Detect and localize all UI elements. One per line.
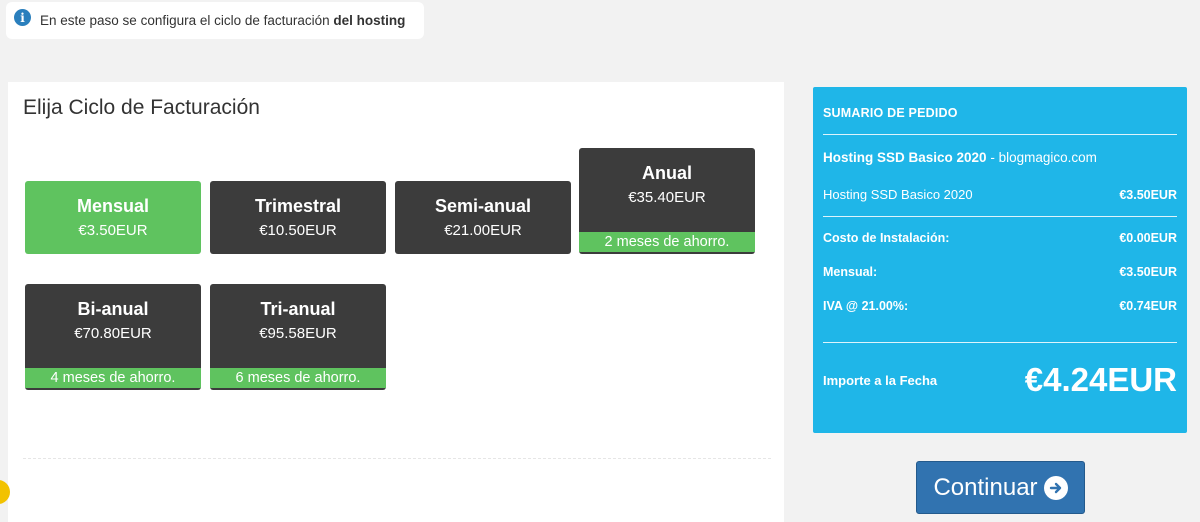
summary-tax-label: IVA @ 21.00%:	[823, 299, 909, 313]
panel-divider	[23, 458, 771, 459]
summary-title: SUMARIO DE PEDIDO	[823, 106, 958, 120]
continue-label: Continuar	[933, 473, 1038, 501]
cycle-price: €35.40EUR	[628, 189, 706, 206]
cycle-option-trimestral[interactable]: Trimestral €10.50EUR	[210, 181, 386, 254]
cycle-price: €70.80EUR	[74, 325, 152, 342]
summary-total-value: €4.24EUR	[1024, 361, 1177, 398]
summary-product-name: Hosting SSD Basico 2020	[823, 150, 987, 165]
summary-setup-row: Costo de Instalación: €0.00EUR	[823, 231, 1177, 245]
info-icon: i	[14, 9, 31, 26]
cycle-option-semi-anual[interactable]: Semi-anual €21.00EUR	[395, 181, 571, 254]
summary-cycle-label: Mensual:	[823, 265, 878, 279]
cycle-savings: 2 meses de ahorro.	[579, 232, 755, 252]
cycle-option-tri-anual[interactable]: Tri-anual €95.58EUR 6 meses de ahorro.	[210, 284, 386, 390]
summary-divider	[823, 134, 1177, 135]
summary-cycle-value: €3.50EUR	[1119, 265, 1177, 279]
summary-domain: blogmagico.com	[998, 150, 1097, 165]
billing-cycle-title: Elija Ciclo de Facturación	[23, 96, 260, 119]
cycle-name: Semi-anual	[434, 196, 532, 216]
summary-item-label: Hosting SSD Basico 2020	[823, 187, 973, 202]
cycle-price: €10.50EUR	[259, 222, 337, 239]
cycle-name: Tri-anual	[260, 299, 336, 319]
summary-cycle-row: Mensual: €3.50EUR	[823, 265, 1177, 279]
continue-button[interactable]: Continuar	[916, 461, 1085, 514]
summary-divider	[823, 216, 1177, 217]
summary-total-label: Importe a la Fecha	[823, 372, 938, 388]
summary-divider	[823, 342, 1177, 343]
summary-item-price: €3.50EUR	[1119, 187, 1177, 202]
summary-setup-value: €0.00EUR	[1119, 231, 1177, 245]
billing-cycle-panel: Elija Ciclo de Facturación Mensual €3.50…	[8, 82, 784, 522]
cycle-name: Trimestral	[254, 196, 342, 216]
cycle-option-mensual[interactable]: Mensual €3.50EUR	[25, 181, 201, 254]
cycle-name: Bi-anual	[77, 299, 149, 319]
arrow-right-circle-icon	[1043, 475, 1068, 500]
cycle-savings: 4 meses de ahorro.	[25, 368, 201, 388]
cycle-savings: 6 meses de ahorro.	[210, 368, 386, 388]
cycle-option-bi-anual[interactable]: Bi-anual €70.80EUR 4 meses de ahorro.	[25, 284, 201, 390]
info-notice: i En este paso se configura el ciclo de …	[6, 2, 424, 39]
summary-item-row: Hosting SSD Basico 2020 €3.50EUR	[823, 187, 1177, 202]
summary-product-separator: -	[986, 150, 999, 165]
summary-setup-label: Costo de Instalación:	[823, 231, 950, 245]
summary-product: Hosting SSD Basico 2020 - blogmagico.com	[823, 150, 1177, 165]
order-summary: SUMARIO DE PEDIDO Hosting SSD Basico 202…	[813, 87, 1187, 433]
notice-text: En este paso se configura el ciclo de fa…	[40, 13, 406, 28]
summary-tax-row: IVA @ 21.00%: €0.74EUR	[823, 299, 1177, 313]
cycle-price: €21.00EUR	[444, 222, 522, 239]
cycle-price: €3.50EUR	[78, 222, 148, 239]
cycle-name: Mensual	[76, 196, 150, 216]
summary-total-row: Importe a la Fecha €4.24EUR	[823, 361, 1177, 399]
summary-tax-value: €0.74EUR	[1119, 299, 1177, 313]
cycle-price: €95.58EUR	[259, 325, 337, 342]
cycle-name: Anual	[641, 163, 692, 183]
cycle-option-anual[interactable]: Anual €35.40EUR 2 meses de ahorro.	[579, 148, 755, 254]
